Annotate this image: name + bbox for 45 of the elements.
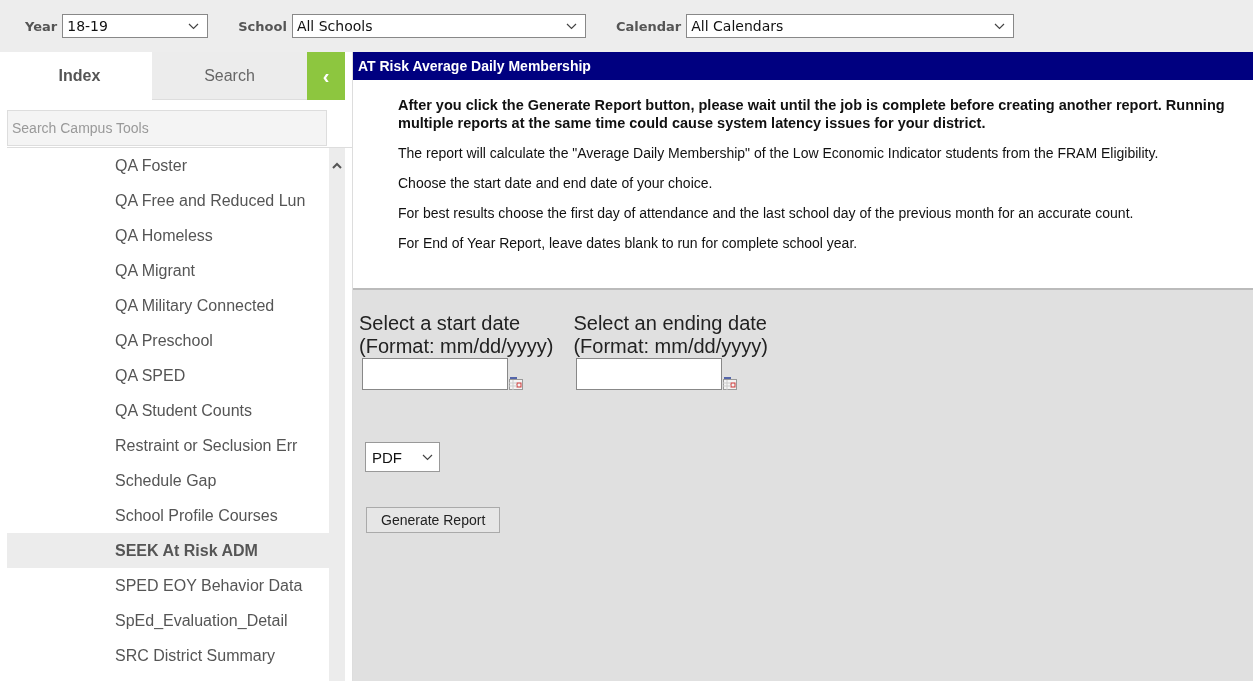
tool-list-item[interactable]: QA SPED [7, 358, 329, 393]
date-input-field[interactable] [362, 358, 508, 390]
tool-list-item[interactable]: QA Migrant [7, 253, 329, 288]
chevron-down-icon [994, 22, 1006, 30]
tool-list-item[interactable]: QA Student Counts [7, 393, 329, 428]
chevron-down-icon [565, 22, 577, 30]
date-label: Select an ending date [573, 312, 768, 335]
tool-list-item[interactable]: School Profile Courses [7, 498, 329, 533]
instruction-text: Choose the start date and end date of your choice. [398, 174, 714, 192]
date-format-label: (Format: mm/dd/yyyy) [573, 335, 768, 358]
tool-list-item[interactable]: QA Foster [7, 148, 329, 183]
tool-list-item[interactable]: Restraint or Seclusion Err [7, 428, 329, 463]
instruction-text: The report will calculate the "Average Daily Membership" of the Low Economic Indicator students from the FRAM Eligibility. [398, 144, 1160, 162]
tool-list-item[interactable]: QA Homeless [7, 218, 329, 253]
filter-dropdown[interactable]: 18-19 [62, 14, 209, 38]
date-label: Select a start date [359, 312, 522, 335]
generate-report-button[interactable]: Generate Report [366, 507, 501, 533]
tool-list-item[interactable]: QA Preschool [7, 323, 329, 358]
report-title: AT Risk Average Daily Membership [353, 52, 1253, 80]
filter-dropdown[interactable]: All Calendars [686, 14, 1015, 38]
instruction-text: For best results choose the first day of attendance and the last school day of the previous month for an accurate count. [398, 204, 1135, 222]
tool-list-item[interactable]: Schedule Gap [7, 463, 329, 498]
tool-list-item[interactable]: SpEd_Evaluation_Detail [7, 603, 329, 638]
instruction-text: For End of Year Report, leave dates blank to run for complete school year. [398, 234, 859, 252]
filter-label: Year [25, 18, 58, 34]
instruction-text: After you click the Generate Report button, please wait until the job is complete before creating another report. Running multiple reports at the same time could cause system latency issues for your district. [398, 96, 1226, 132]
tool-list-item[interactable]: QA Military Connected [7, 288, 329, 323]
date-input-field[interactable] [576, 358, 723, 390]
filter-label: School [238, 18, 287, 34]
tool-list-item[interactable]: SPED EOY Behavior Data [7, 568, 329, 603]
scrollbar[interactable] [329, 148, 345, 681]
filter-label: Calendar [615, 18, 682, 34]
search-field[interactable]: Search Campus Tools [7, 110, 327, 146]
tool-list-item[interactable]: QA Free and Reduced Lun [7, 183, 329, 218]
tool-list-item[interactable]: SEEK At Risk ADM [7, 533, 329, 568]
chevron-down-icon [188, 22, 200, 30]
tool-list-item[interactable]: SRC District Summary [7, 638, 329, 673]
date-format-label: (Format: mm/dd/yyyy) [359, 335, 554, 358]
filter-dropdown[interactable]: All Schools [291, 14, 586, 38]
format-dropdown[interactable]: PDF [365, 442, 440, 472]
chevron-down-icon [422, 453, 433, 461]
calendar-icon[interactable] [509, 377, 523, 390]
scroll-up-icon[interactable] [332, 162, 342, 169]
calendar-icon[interactable] [723, 377, 738, 390]
sidebar-tab[interactable]: Search [152, 52, 307, 100]
